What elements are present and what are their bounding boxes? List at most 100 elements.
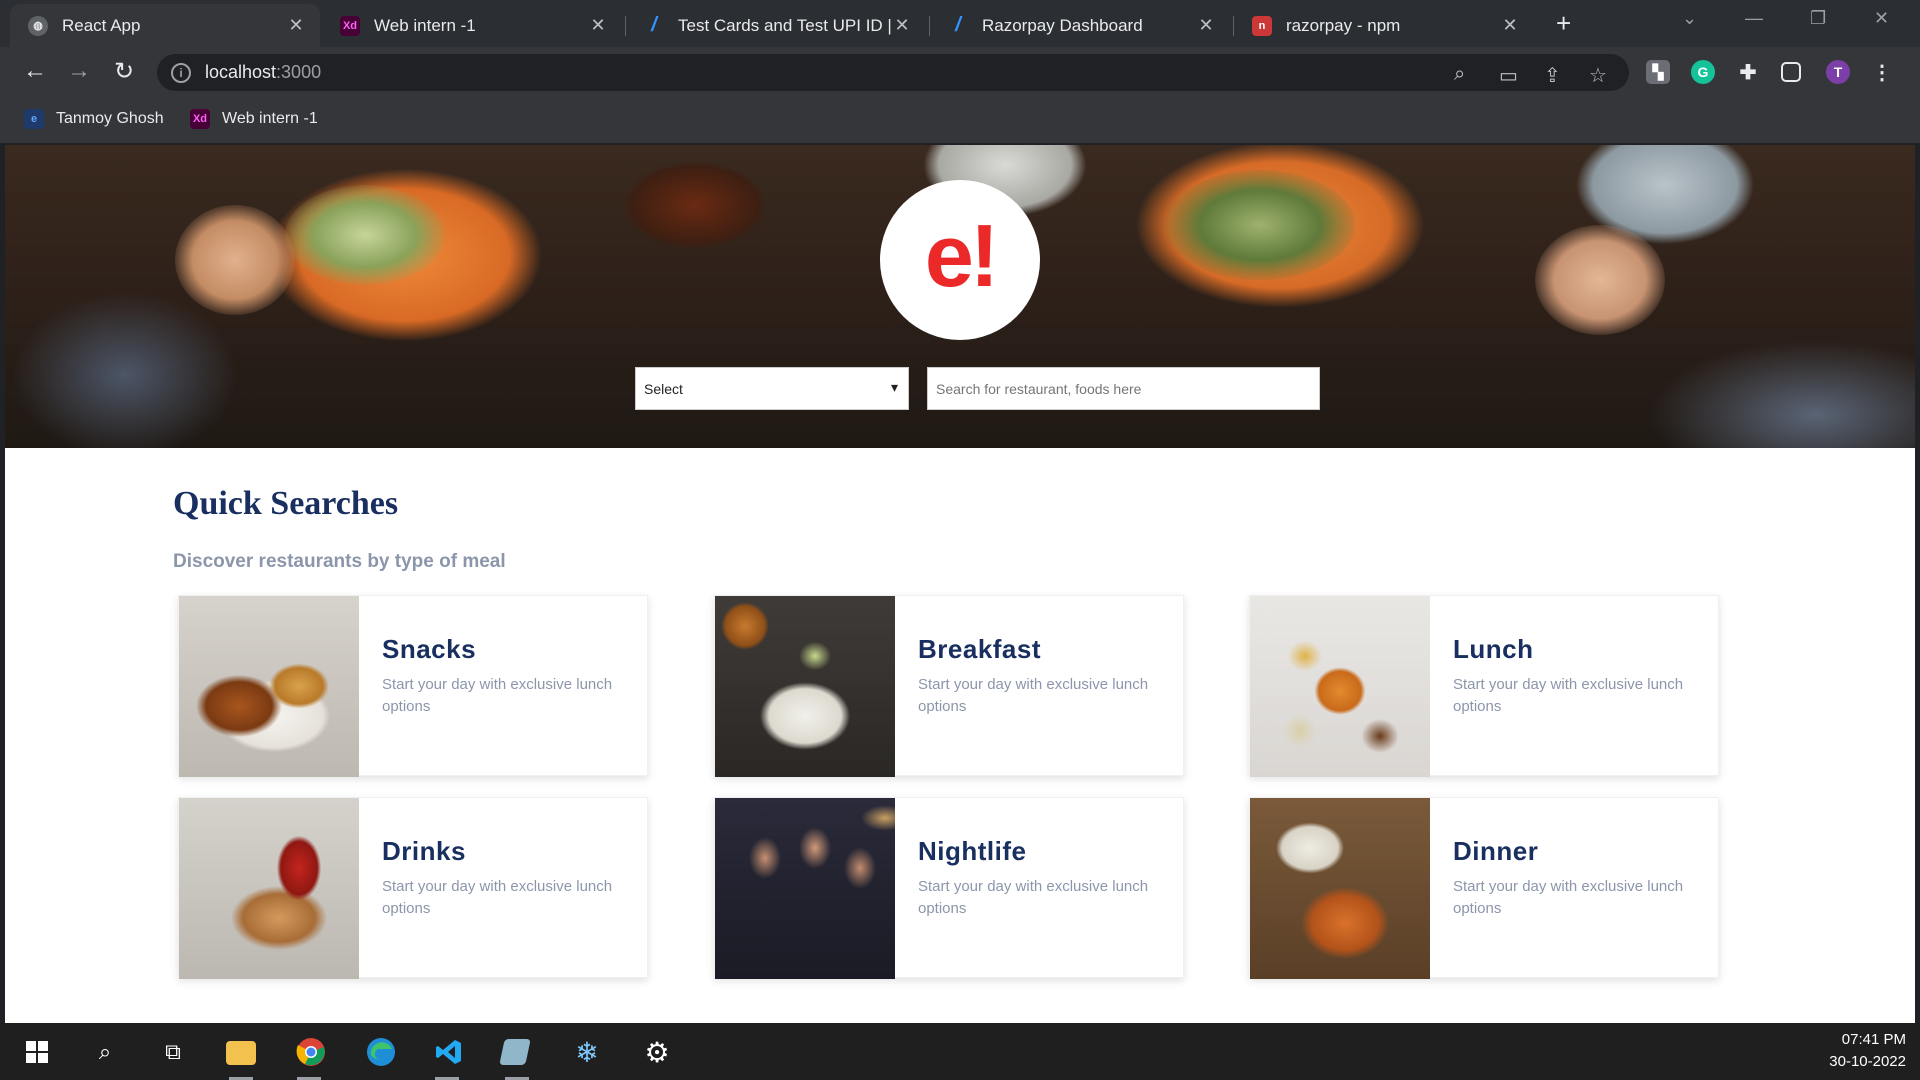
tab-web-intern[interactable]: Xd Web intern -1 ✕	[322, 4, 622, 47]
meal-card-dinner[interactable]: Dinner Start your day with exclusive lun…	[1249, 797, 1719, 979]
bookmark-tanmoy-ghosh[interactable]: e Tanmoy Ghosh	[24, 109, 164, 129]
profile-avatar[interactable]: T	[1826, 60, 1850, 84]
meal-card-description: Start your day with exclusive lunch opti…	[918, 878, 1149, 917]
npm-icon: n	[1252, 15, 1272, 36]
clock-date: 30-10-2022	[1829, 1053, 1906, 1070]
chevron-down-icon: ▾	[890, 379, 898, 395]
bookmark-label: Web intern -1	[222, 110, 318, 127]
close-tab-icon[interactable]: ✕	[286, 15, 306, 36]
browser-tab-strip: ◍ React App ✕ Xd Web intern -1 ✕ / Test …	[0, 0, 1920, 47]
meal-card-nightlife[interactable]: Nightlife Start your day with exclusive …	[714, 797, 1184, 979]
hero-hand-image	[1535, 225, 1665, 335]
adobe-xd-icon: Xd	[190, 109, 210, 129]
location-select[interactable]: Select ▾	[635, 367, 909, 410]
tab-react-app[interactable]: ◍ React App ✕	[10, 4, 320, 47]
meal-card-description: Start your day with exclusive lunch opti…	[382, 878, 613, 917]
meal-card-title: Dinner	[1453, 836, 1539, 866]
hero-hand-image	[175, 205, 295, 315]
tab-title: React App	[62, 15, 141, 35]
meal-card-drinks[interactable]: Drinks Start your day with exclusive lun…	[178, 797, 648, 979]
tab-title: razorpay - npm	[1286, 15, 1401, 35]
minimize-icon[interactable]: —	[1745, 8, 1763, 29]
tab-title: Web intern -1	[374, 15, 476, 35]
reload-icon[interactable]: ↻	[109, 57, 139, 86]
tab-title: Razorpay Dashboard	[982, 15, 1143, 35]
kebab-menu-icon[interactable]: ⋮	[1870, 60, 1894, 84]
zoom-icon[interactable]: ⌕	[1454, 63, 1465, 86]
nightlife-image	[715, 798, 895, 979]
url-port: :3000	[276, 62, 322, 82]
windows-start-icon[interactable]	[20, 1035, 54, 1069]
site-info-icon[interactable]: i	[171, 62, 191, 83]
extension-tile-icon[interactable]: ▚	[1646, 60, 1670, 84]
hero-greens-image	[1165, 170, 1355, 280]
meal-card-title: Nightlife	[918, 836, 1027, 866]
bookmark-web-intern[interactable]: Xd Web intern -1	[190, 109, 318, 129]
meal-card-title: Lunch	[1453, 634, 1534, 664]
share-icon[interactable]: ⇪	[1544, 63, 1561, 88]
quick-searches-heading: Quick Searches	[173, 485, 399, 522]
clock-time: 07:41 PM	[1841, 1031, 1906, 1048]
tab-test-cards[interactable]: / Test Cards and Test UPI ID | F ✕	[626, 4, 926, 47]
restaurant-search-input[interactable]: Search for restaurant, foods here	[927, 367, 1320, 410]
meal-card-title: Drinks	[382, 836, 466, 866]
back-arrow-icon[interactable]: ←	[20, 57, 50, 85]
drinks-image	[179, 798, 359, 979]
close-tab-icon[interactable]: ✕	[892, 15, 912, 36]
grammarly-icon[interactable]: G	[1691, 60, 1715, 84]
notepad-icon[interactable]	[499, 1039, 531, 1065]
snacks-image	[179, 596, 359, 777]
dinner-image	[1250, 798, 1430, 979]
snowflake-app-icon[interactable]: ❄	[570, 1035, 604, 1069]
close-window-icon[interactable]: ✕	[1874, 8, 1889, 29]
tab-razorpay-npm[interactable]: n razorpay - npm ✕	[1234, 4, 1534, 47]
task-view-icon[interactable]: ⧉	[156, 1035, 190, 1069]
hero-salad-image	[285, 185, 445, 285]
meal-card-lunch[interactable]: Lunch Start your day with exclusive lunc…	[1249, 595, 1719, 777]
vscode-icon[interactable]	[432, 1035, 466, 1069]
meal-card-breakfast[interactable]: Breakfast Start your day with exclusive …	[714, 595, 1184, 777]
tab-title: Test Cards and Test UPI ID | F	[678, 15, 892, 35]
address-bar[interactable]: i localhost:3000 ⌕ ▭ ⇪ ☆	[157, 54, 1629, 91]
bookmark-label: Tanmoy Ghosh	[56, 110, 164, 127]
forward-arrow-icon[interactable]: →	[64, 57, 94, 85]
brand-logo: e!	[880, 180, 1040, 340]
close-tab-icon[interactable]: ✕	[588, 15, 608, 36]
close-tab-icon[interactable]: ✕	[1500, 15, 1520, 36]
tab-search-chevron-icon[interactable]: ⌄	[1682, 8, 1697, 29]
bookmarks-bar: e Tanmoy Ghosh Xd Web intern -1	[0, 98, 1920, 144]
close-tab-icon[interactable]: ✕	[1196, 15, 1216, 36]
tab-razorpay-dashboard[interactable]: / Razorpay Dashboard ✕	[930, 4, 1230, 47]
breakfast-image	[715, 596, 895, 777]
extensions-puzzle-icon[interactable]: ✚	[1736, 60, 1760, 84]
file-explorer-icon[interactable]	[226, 1041, 256, 1065]
razorpay-icon: /	[955, 14, 961, 36]
browser-toolbar: ← → ↻ i localhost:3000 ⌕ ▭ ⇪ ☆ ▚ G ✚ T ⋮	[0, 47, 1920, 98]
page-viewport: e! Select ▾ Search for restaurant, foods…	[5, 145, 1915, 1023]
new-tab-plus-icon[interactable]: +	[1556, 8, 1571, 39]
system-clock[interactable]: 07:41 PM 30-10-2022	[1829, 1029, 1906, 1073]
edge-icon[interactable]	[364, 1035, 398, 1069]
adobe-xd-icon: Xd	[340, 15, 360, 36]
url-text: localhost:3000	[205, 62, 321, 83]
tab-overview-icon[interactable]: ▭	[1499, 63, 1518, 88]
side-panel-icon[interactable]	[1781, 62, 1801, 82]
settings-gear-icon[interactable]: ⚙	[640, 1035, 674, 1069]
meal-card-description: Start your day with exclusive lunch opti…	[1453, 676, 1684, 715]
edge-bookmark-icon: e	[24, 109, 44, 129]
meal-card-title: Snacks	[382, 634, 477, 664]
location-select-value: Select	[644, 380, 683, 397]
bookmark-star-icon[interactable]: ☆	[1589, 63, 1607, 88]
meal-card-snacks[interactable]: Snacks Start your day with exclusive lun…	[178, 595, 648, 777]
globe-icon: ◍	[28, 15, 48, 36]
razorpay-icon: /	[651, 14, 657, 36]
chrome-icon[interactable]	[294, 1035, 328, 1069]
hero-banner: e! Select ▾ Search for restaurant, foods…	[5, 145, 1915, 448]
search-icon[interactable]: ⌕	[88, 1035, 122, 1069]
meal-card-title: Breakfast	[918, 634, 1042, 664]
meal-card-description: Start your day with exclusive lunch opti…	[1453, 878, 1684, 917]
restore-icon[interactable]: ❐	[1810, 8, 1826, 29]
lunch-image	[1250, 596, 1430, 777]
windows-taskbar: ⌕ ⧉ ❄ ⚙ 07:41 PM 30-10-2022	[0, 1023, 1920, 1080]
meal-card-description: Start your day with exclusive lunch opti…	[918, 676, 1149, 715]
